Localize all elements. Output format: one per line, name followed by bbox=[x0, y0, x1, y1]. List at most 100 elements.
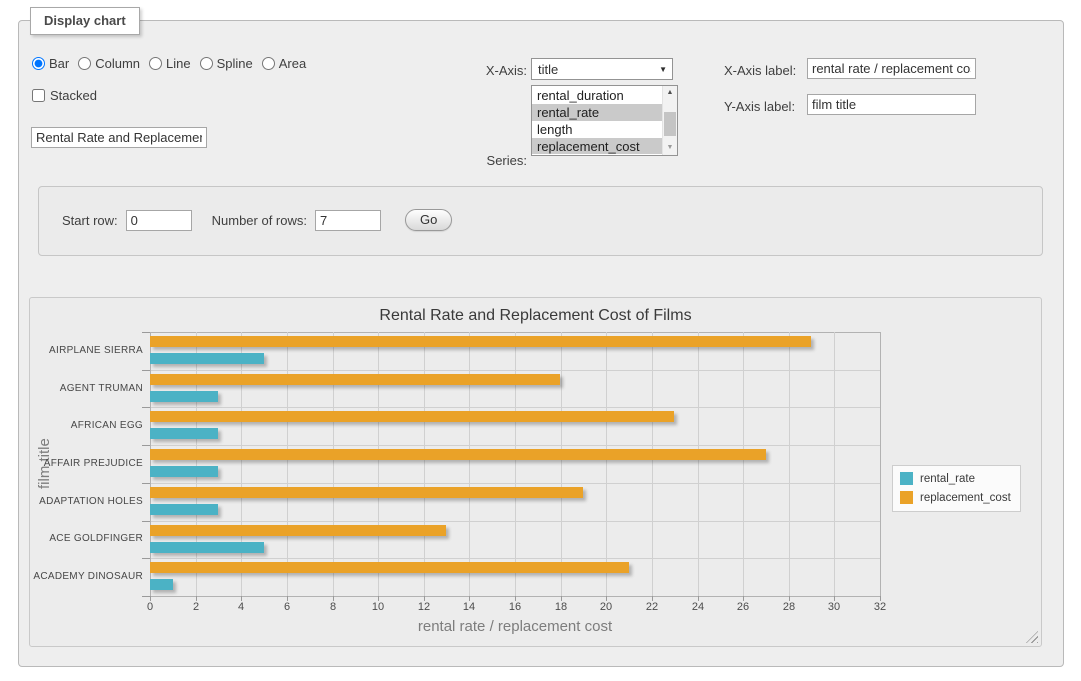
y-category-label: AFFAIR PREJUDICE bbox=[30, 458, 143, 469]
chart-title: Rental Rate and Replacement Cost of Film… bbox=[30, 307, 1041, 325]
gridline-vertical bbox=[561, 332, 562, 596]
bar-replacement-cost bbox=[150, 411, 674, 422]
legend-label-rental-rate: rental_rate bbox=[920, 473, 975, 485]
y-category-label: AGENT TRUMAN bbox=[30, 383, 143, 394]
x-tick-label: 16 bbox=[497, 601, 533, 613]
x-tick-label: 10 bbox=[360, 601, 396, 613]
x-tick-label: 2 bbox=[178, 601, 214, 613]
chart-title-input[interactable] bbox=[31, 127, 207, 148]
x-tick-label: 4 bbox=[223, 601, 259, 613]
stacked-option[interactable]: Stacked bbox=[32, 88, 97, 103]
rows-panel: Start row: Number of rows: Go bbox=[38, 186, 1043, 256]
x-tick-label: 32 bbox=[862, 601, 898, 613]
chart-type-option-bar[interactable]: Bar bbox=[32, 56, 69, 71]
series-option-rental_rate[interactable]: rental_rate bbox=[532, 104, 662, 121]
x-axis-title: rental rate / replacement cost bbox=[150, 618, 880, 635]
series-options-list: rental_durationrental_ratelengthreplacem… bbox=[532, 87, 662, 154]
chevron-down-icon: ▼ bbox=[659, 65, 667, 74]
bar-rental-rate bbox=[150, 542, 264, 553]
x-tick-label: 20 bbox=[588, 601, 624, 613]
bar-replacement-cost bbox=[150, 374, 560, 385]
stacked-label: Stacked bbox=[50, 88, 97, 103]
chart-type-label-area: Area bbox=[279, 56, 306, 71]
gridline-vertical bbox=[652, 332, 653, 596]
gridline-vertical bbox=[880, 332, 881, 596]
series-option-replacement_cost[interactable]: replacement_cost bbox=[532, 138, 662, 154]
chart-type-option-column[interactable]: Column bbox=[78, 56, 140, 71]
chart-type-label-spline: Spline bbox=[217, 56, 253, 71]
legend-item-rental-rate: rental_rate bbox=[900, 472, 1011, 485]
gridline-vertical bbox=[698, 332, 699, 596]
scroll-up-icon[interactable]: ▲ bbox=[663, 86, 677, 100]
series-scrollbar[interactable]: ▲ ▼ bbox=[662, 86, 677, 155]
y-category-label: AIRPLANE SIERRA bbox=[30, 345, 143, 356]
gridline-vertical bbox=[789, 332, 790, 596]
chart-type-option-area[interactable]: Area bbox=[262, 56, 306, 71]
series-select-label: Series: bbox=[431, 153, 527, 168]
gridline-vertical bbox=[196, 332, 197, 596]
start-row-input[interactable] bbox=[126, 210, 192, 231]
chart-type-radios: Bar Column Line Spline Area bbox=[32, 56, 306, 71]
page: Display chart Bar Column Line Spline Area St… bbox=[0, 0, 1081, 681]
chart-type-radio-area[interactable] bbox=[262, 57, 275, 70]
legend-item-replacement-cost: replacement_cost bbox=[900, 491, 1011, 504]
bar-rental-rate bbox=[150, 391, 218, 402]
x-axis-selected-value: title bbox=[538, 62, 558, 77]
chart-type-radio-line[interactable] bbox=[149, 57, 162, 70]
x-tick-label: 6 bbox=[269, 601, 305, 613]
chart-container: Rental Rate and Replacement Cost of Film… bbox=[29, 297, 1042, 647]
bar-rental-rate bbox=[150, 466, 218, 477]
gridline-vertical bbox=[515, 332, 516, 596]
chart-type-radio-spline[interactable] bbox=[200, 57, 213, 70]
chart-type-option-spline[interactable]: Spline bbox=[200, 56, 253, 71]
x-axis-label-input[interactable] bbox=[807, 58, 976, 79]
num-rows-input[interactable] bbox=[315, 210, 381, 231]
bar-rental-rate bbox=[150, 504, 218, 515]
go-button[interactable]: Go bbox=[405, 209, 452, 231]
stacked-checkbox[interactable] bbox=[32, 89, 45, 102]
gridline-vertical bbox=[333, 332, 334, 596]
y-tick-mark bbox=[142, 445, 150, 446]
y-tick-mark bbox=[142, 558, 150, 559]
scroll-down-icon[interactable]: ▼ bbox=[663, 141, 677, 155]
y-tick-mark bbox=[142, 483, 150, 484]
chart-type-label-line: Line bbox=[166, 56, 191, 71]
chart-type-radio-column[interactable] bbox=[78, 57, 91, 70]
x-axis-select[interactable]: title ▼ bbox=[531, 58, 673, 80]
display-chart-panel: Display chart BarColumnLineSplineArea St… bbox=[18, 20, 1064, 667]
y-tick-mark bbox=[142, 596, 150, 597]
x-tick-label: 8 bbox=[315, 601, 351, 613]
x-tick-label: 28 bbox=[771, 601, 807, 613]
gridline-vertical bbox=[287, 332, 288, 596]
x-tick-label: 12 bbox=[406, 601, 442, 613]
y-axis-label-input[interactable] bbox=[807, 94, 976, 115]
gridline-vertical bbox=[834, 332, 835, 596]
chart-type-label-bar: Bar bbox=[49, 56, 69, 71]
bar-rental-rate bbox=[150, 353, 264, 364]
y-category-label: ACADEMY DINOSAUR bbox=[30, 571, 143, 582]
series-option-length[interactable]: length bbox=[532, 121, 662, 138]
gridline-vertical bbox=[378, 332, 379, 596]
chart-type-radio-bar[interactable] bbox=[32, 57, 45, 70]
chart-type-label-column: Column bbox=[95, 56, 140, 71]
x-axis-select-label: X-Axis: bbox=[431, 63, 527, 78]
chart-type-option-line[interactable]: Line bbox=[149, 56, 191, 71]
y-category-label: AFRICAN EGG bbox=[30, 420, 143, 431]
y-tick-mark bbox=[142, 407, 150, 408]
y-category-label: ADAPTATION HOLES bbox=[30, 496, 143, 507]
bar-replacement-cost bbox=[150, 487, 583, 498]
series-multiselect[interactable]: rental_durationrental_ratelengthreplacem… bbox=[531, 85, 678, 156]
series-option-rental_duration[interactable]: rental_duration bbox=[532, 87, 662, 104]
x-tick-label: 0 bbox=[132, 601, 168, 613]
x-tick-label: 22 bbox=[634, 601, 670, 613]
y-category-label: ACE GOLDFINGER bbox=[30, 533, 143, 544]
legend-swatch-replacement-cost bbox=[900, 491, 913, 504]
panel-legend: Display chart bbox=[30, 7, 140, 35]
y-tick-mark bbox=[142, 521, 150, 522]
gridline-vertical bbox=[469, 332, 470, 596]
scrollbar-thumb[interactable] bbox=[664, 112, 676, 136]
bar-replacement-cost bbox=[150, 449, 766, 460]
num-rows-label: Number of rows: bbox=[212, 213, 307, 228]
resize-handle-icon[interactable] bbox=[1026, 631, 1038, 643]
legend-label-replacement-cost: replacement_cost bbox=[920, 492, 1011, 504]
